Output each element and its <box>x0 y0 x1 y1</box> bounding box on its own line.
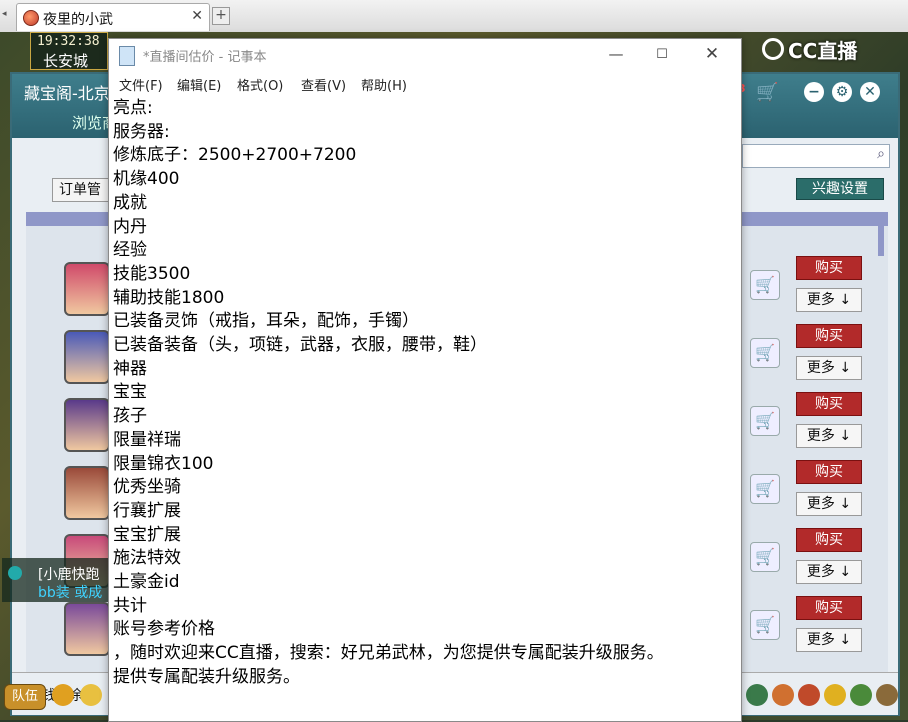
text-line: 服务器: <box>113 121 170 142</box>
text-line: 宝宝扩展 <box>113 524 181 545</box>
browser-tab-active[interactable]: 夜里的小武 ✕ <box>16 3 210 31</box>
add-to-cart-icon[interactable]: 🛒 <box>750 406 780 436</box>
character-avatar[interactable] <box>64 262 110 316</box>
hud-item-icon[interactable] <box>850 684 872 706</box>
close-button[interactable]: ✕ <box>689 43 735 69</box>
order-manage-button[interactable]: 订单管理 <box>52 178 114 202</box>
hud-item-icon[interactable] <box>876 684 898 706</box>
text-line: 神器 <box>113 358 147 379</box>
text-line: 内丹 <box>113 216 147 237</box>
notepad-titlebar[interactable]: *直播间估价 - 记事本 — ☐ ✕ <box>109 39 741 71</box>
buy-button[interactable]: 购买 <box>796 528 862 552</box>
text-line: ，随时欢迎来CC直播，搜索：好兄弟武林，为您提供专属配装升级服务。 <box>113 643 664 664</box>
notepad-window: *直播间估价 - 记事本 — ☐ ✕ 文件(F) 编辑(E) 格式(O) 查看(… <box>108 38 742 722</box>
game-city-name: 长安城 <box>43 52 89 70</box>
shop-minimize-button[interactable]: − <box>804 82 824 102</box>
text-line: 宝宝 <box>113 382 147 403</box>
tab-favicon-icon <box>23 10 39 26</box>
list-scrollbar[interactable] <box>878 226 884 256</box>
buy-button[interactable]: 购买 <box>796 596 862 620</box>
add-to-cart-icon[interactable]: 🛒 <box>750 474 780 504</box>
tab-close-button[interactable]: ✕ <box>191 8 203 24</box>
text-line: 亮点: <box>113 98 153 118</box>
add-to-cart-icon[interactable]: 🛒 <box>750 338 780 368</box>
shop-search-input[interactable]: ⌕ <box>742 144 890 168</box>
shop-close-button[interactable]: ✕ <box>860 82 880 102</box>
more-button[interactable]: 更多 ↓ <box>796 492 862 516</box>
menu-help[interactable]: 帮助(H) <box>361 75 407 94</box>
character-avatar[interactable] <box>64 330 110 384</box>
menu-edit[interactable]: 编辑(E) <box>177 75 221 94</box>
shop-settings-button[interactable]: ⚙ <box>832 82 852 102</box>
notepad-text-area[interactable]: 亮点: 服务器: 修炼底子：2500+2700+7200 机缘400 成就内丹经验 技能3… <box>109 96 741 720</box>
more-button[interactable]: 更多 ↓ <box>796 356 862 380</box>
text-line: 机缘400 <box>113 169 180 190</box>
team-button[interactable]: 队伍 <box>4 684 46 710</box>
text-line: 成就 <box>113 192 147 213</box>
more-button[interactable]: 更多 ↓ <box>796 628 862 652</box>
add-to-cart-icon[interactable]: 🛒 <box>750 542 780 572</box>
text-line: 已装备灵饰（戒指，耳朵，配饰，手镯） <box>113 311 419 332</box>
browser-tab-strip: ◂ 夜里的小武 ✕ + <box>0 0 908 33</box>
chat-panel: [小鹿快跑 bb装 或成 <box>2 558 110 602</box>
text-line: 优秀坐骑 <box>113 477 181 498</box>
text-line: 限量祥瑞 <box>113 429 181 450</box>
menu-file[interactable]: 文件(F) <box>119 75 163 94</box>
character-avatar[interactable] <box>64 602 110 656</box>
game-clock: 19:32:38 <box>37 34 100 49</box>
text-line: 土豪金id <box>113 572 180 592</box>
chat-channel-icon[interactable] <box>8 566 22 580</box>
text-line: 经验 <box>113 240 147 261</box>
emote-icon[interactable] <box>80 684 102 706</box>
text-line: 修炼底子：2500+2700+7200 <box>113 145 357 166</box>
text-line: 账号参考价格 <box>113 619 215 640</box>
text-line: 孩子 <box>113 406 147 427</box>
hud-item-icon[interactable] <box>824 684 846 706</box>
text-line: 辅助技能1800 <box>113 287 225 308</box>
buy-button[interactable]: 购买 <box>796 324 862 348</box>
notepad-menubar: 文件(F) 编辑(E) 格式(O) 查看(V) 帮助(H) <box>109 71 741 95</box>
tab-scroll-left-icon[interactable]: ◂ <box>2 9 12 23</box>
text-line: 施法特效 <box>113 548 181 569</box>
tab-title: 夜里的小武 <box>43 12 113 28</box>
notepad-title: *直播间估价 - 记事本 <box>143 50 267 65</box>
hud-item-icon[interactable] <box>746 684 768 706</box>
cc-live-logo: CC直播 <box>762 34 857 64</box>
chat-message: bb装 或成 <box>38 585 103 601</box>
character-avatar[interactable] <box>64 398 110 452</box>
add-to-cart-icon[interactable]: 🛒 <box>750 270 780 300</box>
maximize-button[interactable]: ☐ <box>639 43 685 69</box>
hud-item-icon[interactable] <box>772 684 794 706</box>
game-clock-panel: 19:32:38 长安城 <box>30 32 108 70</box>
buy-button[interactable]: 购买 <box>796 256 862 280</box>
text-line: 行襄扩展 <box>113 500 181 521</box>
add-to-cart-icon[interactable]: 🛒 <box>750 610 780 640</box>
buy-button[interactable]: 购买 <box>796 460 862 484</box>
search-icon[interactable]: ⌕ <box>877 146 885 162</box>
buy-button[interactable]: 购买 <box>796 392 862 416</box>
cart-icon[interactable]: 🛒 <box>756 82 778 103</box>
cc-logo-icon <box>762 38 784 60</box>
chat-message: [小鹿快跑 <box>38 567 100 583</box>
hud-item-icon[interactable] <box>798 684 820 706</box>
cc-logo-text: CC直播 <box>788 38 858 63</box>
more-button[interactable]: 更多 ↓ <box>796 424 862 448</box>
menu-view[interactable]: 查看(V) <box>301 75 346 94</box>
text-line: 已装备装备（头，项链，武器，衣服，腰带，鞋） <box>113 335 487 355</box>
notepad-icon <box>119 46 135 66</box>
menu-format[interactable]: 格式(O) <box>237 75 283 94</box>
minimize-button[interactable]: — <box>593 43 639 69</box>
more-button[interactable]: 更多 ↓ <box>796 560 862 584</box>
text-line: 共计 <box>113 595 147 616</box>
new-tab-button[interactable]: + <box>212 7 230 25</box>
interest-settings-button[interactable]: 兴趣设置 <box>796 178 884 200</box>
more-button[interactable]: 更多 ↓ <box>796 288 862 312</box>
character-avatar[interactable] <box>64 466 110 520</box>
microphone-icon[interactable] <box>52 684 74 706</box>
text-line: 技能3500 <box>113 263 191 284</box>
text-line: 限量锦衣100 <box>113 453 214 474</box>
shop-title: 藏宝阁-北京 <box>24 84 110 103</box>
text-line: 提供专属配装升级服务。 <box>113 666 300 687</box>
